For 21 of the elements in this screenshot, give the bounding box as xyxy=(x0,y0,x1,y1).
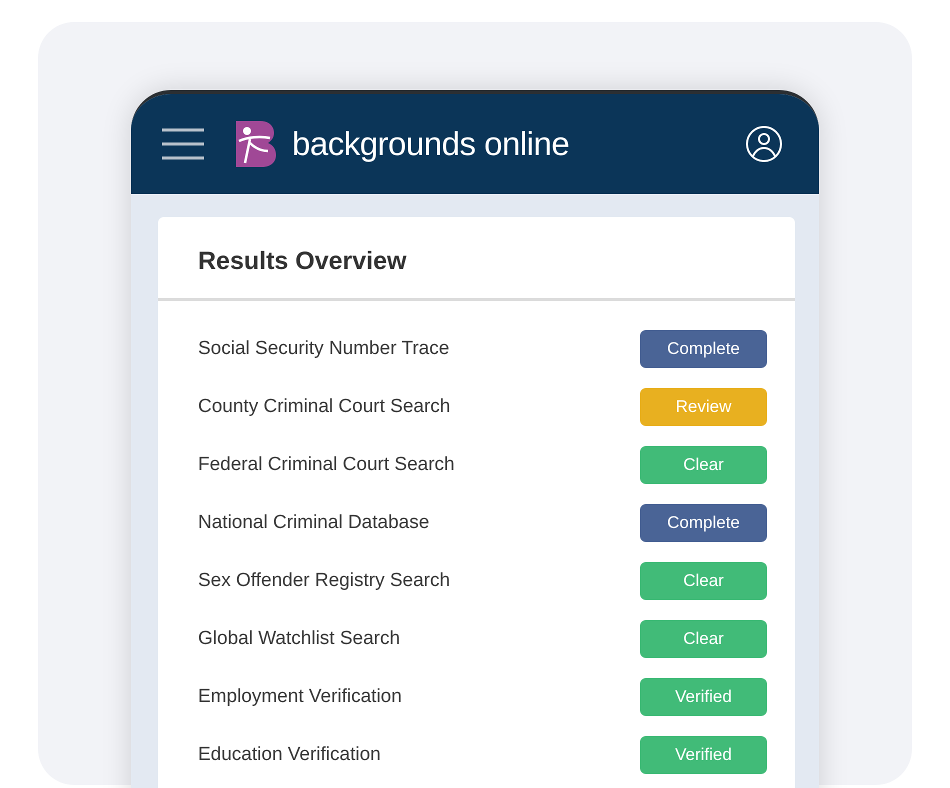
card-title: Results Overview xyxy=(158,217,795,301)
status-badge: Complete xyxy=(640,504,767,542)
logo-icon xyxy=(236,121,276,167)
status-badge: Clear xyxy=(640,620,767,658)
status-badge: Complete xyxy=(640,330,767,368)
user-icon[interactable] xyxy=(745,125,783,163)
status-badge: Verified xyxy=(640,678,767,716)
status-badge: Review xyxy=(640,388,767,426)
check-name: National Criminal Database xyxy=(198,512,430,534)
status-badge: Verified xyxy=(640,736,767,774)
check-name: Education Verification xyxy=(198,744,381,766)
check-name: Sex Offender Registry Search xyxy=(198,570,450,592)
check-name: Global Watchlist Search xyxy=(198,628,400,650)
check-name: Social Security Number Trace xyxy=(198,338,450,360)
status-badge: Clear xyxy=(640,446,767,484)
menu-icon[interactable] xyxy=(162,128,204,160)
check-name: Federal Criminal Court Search xyxy=(198,454,455,476)
brand-name: backgrounds online xyxy=(292,125,570,163)
check-name: Employment Verification xyxy=(198,686,402,708)
check-name: County Criminal Court Search xyxy=(198,396,450,418)
status-badge: Clear xyxy=(640,562,767,600)
